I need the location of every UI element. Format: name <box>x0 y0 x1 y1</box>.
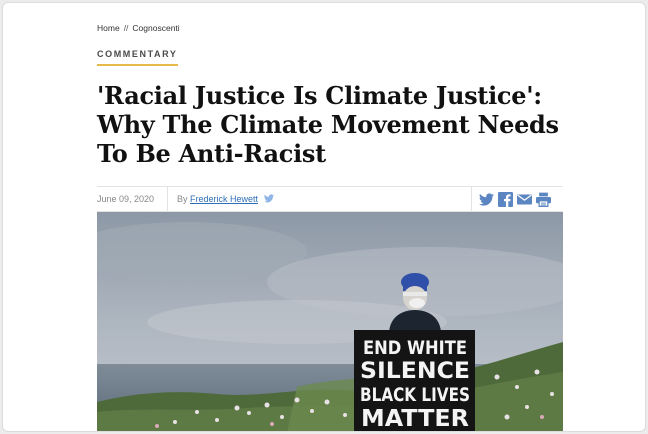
publish-date: June 09, 2020 <box>97 194 155 204</box>
share-divider <box>471 187 472 212</box>
facebook-icon[interactable] <box>498 192 513 207</box>
headline-line-3: To Be Anti-Racist <box>97 139 326 168</box>
meta-divider <box>167 187 168 212</box>
sign-line-3: BLACK LIVES <box>360 384 470 406</box>
email-icon[interactable] <box>517 192 532 207</box>
category-kicker[interactable]: COMMENTARY <box>97 49 178 66</box>
byline-prefix: By <box>177 194 188 204</box>
sign-line-1: END WHITE <box>363 337 467 359</box>
breadcrumb-separator: // <box>123 23 129 33</box>
print-icon[interactable] <box>536 192 551 207</box>
sign-line-2: SILENCE <box>360 359 470 384</box>
share-bar <box>479 192 551 207</box>
breadcrumb-home-link[interactable]: Home <box>97 23 120 33</box>
author-link[interactable]: Frederick Hewett <box>190 194 258 204</box>
browser-frame: Home//Cognoscenti COMMENTARY 'Racial Jus… <box>2 2 646 432</box>
article-headline: 'Racial Justice Is Climate Justice': Why… <box>97 81 567 168</box>
byline: By Frederick Hewett <box>177 194 274 204</box>
sign-line-4: MATTER <box>361 406 469 432</box>
breadcrumb: Home//Cognoscenti <box>97 23 180 33</box>
headline-line-1: 'Racial Justice Is Climate Justice': <box>97 81 542 110</box>
twitter-icon[interactable] <box>479 192 494 207</box>
author-twitter-icon[interactable] <box>263 194 274 203</box>
article-photo: END WHITE SILENCE BLACK LIVES MATTER <box>97 212 563 432</box>
breadcrumb-section-link[interactable]: Cognoscenti <box>132 23 179 33</box>
article-meta-bar: June 09, 2020 By Frederick Hewett <box>97 186 563 212</box>
headline-line-2: Why The Climate Movement Needs <box>97 110 559 139</box>
